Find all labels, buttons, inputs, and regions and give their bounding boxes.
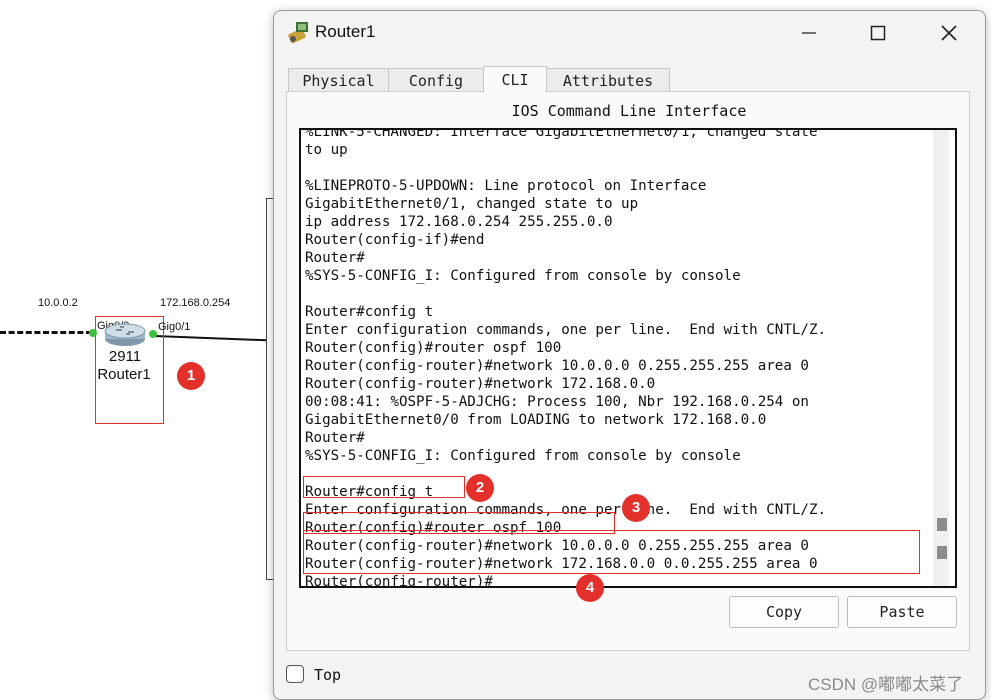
- maximize-icon: [870, 25, 886, 41]
- cli-heading: IOS Command Line Interface: [511, 102, 747, 120]
- paste-button[interactable]: Paste: [847, 596, 957, 628]
- router-app-icon: [288, 22, 308, 44]
- port-status-dot-right: [149, 330, 157, 338]
- terminal-scrollbar[interactable]: [933, 130, 949, 586]
- ip-label-left: 10.0.0.2: [38, 297, 78, 309]
- port-label-gig0-1: Gig0/1: [158, 321, 191, 333]
- annotation-badge-2: 2: [466, 474, 494, 502]
- top-checkbox-label: Top: [314, 666, 342, 684]
- terminal-line: Router(config)#router ospf 100: [305, 340, 562, 356]
- terminal-line: Router#config t: [305, 304, 434, 320]
- annotation-badge-1: 1: [177, 362, 205, 390]
- copy-button[interactable]: Copy: [729, 596, 839, 628]
- tab-physical[interactable]: Physical: [288, 68, 389, 92]
- minimize-icon: [802, 32, 816, 34]
- annotation-badge-3: 3: [622, 494, 650, 522]
- title-bar[interactable]: Router1: [274, 11, 985, 53]
- ip-label-right: 172.168.0.254: [160, 297, 231, 309]
- terminal-line: GigabitEthernet0/0 from LOADING to netwo…: [305, 412, 767, 428]
- terminal-line: Enter configuration commands, one per li…: [305, 322, 827, 338]
- terminal-line: GigabitEthernet0/1, changed state to up: [305, 196, 639, 212]
- terminal-line: %LINK-5-CHANGED: Interface GigabitEthern…: [305, 128, 818, 140]
- port-status-dot-left: [89, 329, 97, 337]
- router-name-label: Router1: [97, 366, 151, 383]
- terminal-line: %SYS-5-CONFIG_I: Configured from console…: [305, 268, 741, 284]
- solid-link-right[interactable]: [154, 335, 280, 342]
- scroll-thumb-lower[interactable]: [937, 546, 947, 559]
- router-icon[interactable]: [102, 322, 148, 348]
- terminal-line: 00:08:41: %OSPF-5-ADJCHG: Process 100, N…: [305, 394, 809, 410]
- terminal-line: Router(config-router)#network 172.168.0.…: [305, 376, 656, 392]
- router1-window: Router1 Physical Config CLI Attributes I…: [273, 10, 986, 700]
- terminal-line: Router#: [305, 430, 365, 446]
- terminal-line: Router(config-router)#: [305, 574, 493, 588]
- annotation-box-network-cmds: [303, 530, 920, 574]
- cli-panel: IOS Command Line Interface %LINK-5-CHANG…: [286, 91, 970, 651]
- tab-attributes[interactable]: Attributes: [546, 68, 670, 92]
- tab-config[interactable]: Config: [388, 68, 484, 92]
- terminal-line: Router#: [305, 250, 365, 266]
- scroll-thumb-upper[interactable]: [937, 518, 947, 531]
- minimize-button[interactable]: [789, 19, 829, 47]
- terminal-line: ip address 172.168.0.254 255.255.0.0: [305, 214, 613, 230]
- dashed-link-left[interactable]: [0, 331, 92, 334]
- terminal-line: Router(config-router)#network 10.0.0.0 0…: [305, 358, 809, 374]
- window-title: Router1: [315, 22, 376, 41]
- annotation-box-config-t: [303, 476, 465, 498]
- terminal-line: Router(config-if)#end: [305, 232, 485, 248]
- maximize-button[interactable]: [858, 19, 898, 47]
- close-icon: [941, 25, 957, 41]
- annotation-badge-4: 4: [576, 574, 604, 602]
- top-checkbox[interactable]: [286, 665, 304, 683]
- watermark-text: CSDN @嘟嘟太菜了: [808, 675, 964, 694]
- terminal-line: to up: [305, 142, 348, 158]
- router-model-label: 2911: [108, 348, 142, 365]
- close-button[interactable]: [929, 19, 969, 47]
- tab-cli[interactable]: CLI: [483, 66, 547, 93]
- terminal-line: %LINEPROTO-5-UPDOWN: Line protocol on In…: [305, 178, 707, 194]
- terminal-line: %SYS-5-CONFIG_I: Configured from console…: [305, 448, 741, 464]
